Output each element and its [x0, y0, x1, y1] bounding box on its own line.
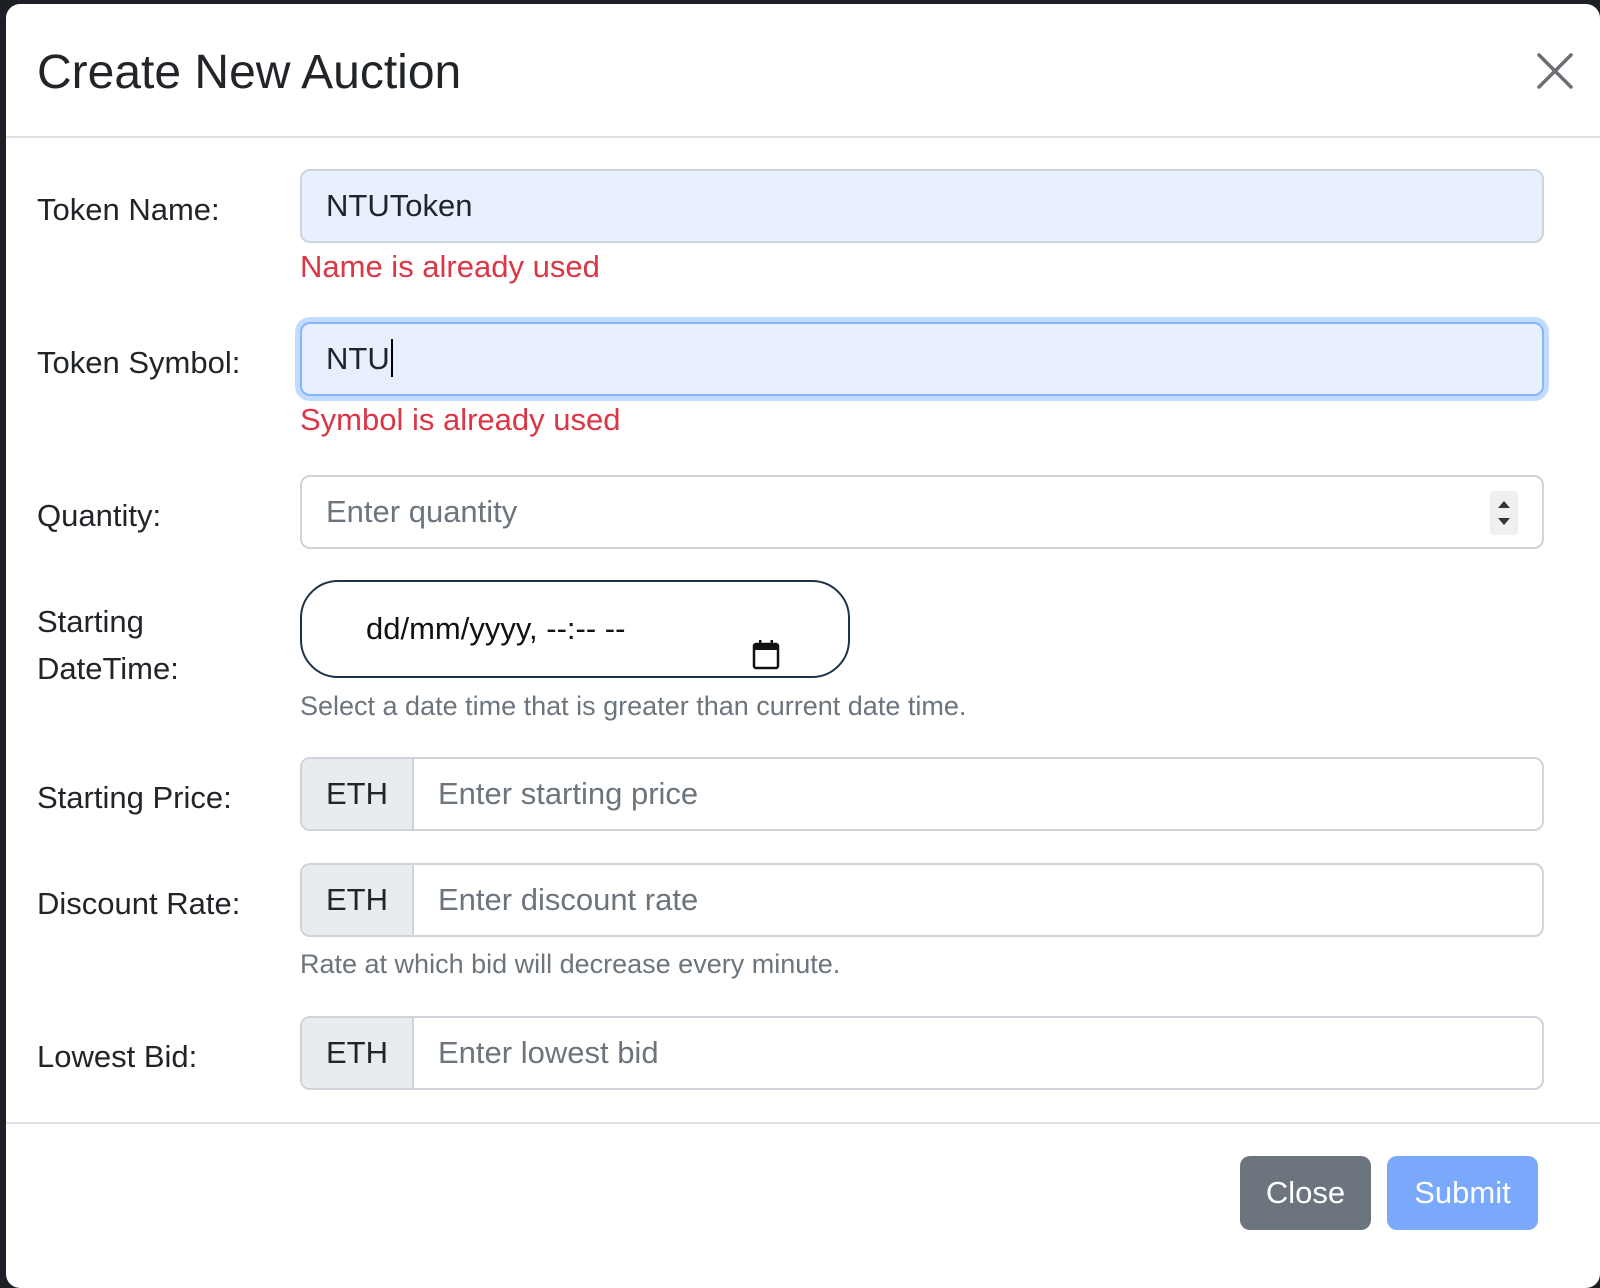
lowest-bid-input[interactable]: Enter lowest bid: [414, 1018, 1542, 1088]
quantity-label: Quantity:: [37, 498, 162, 533]
lowest-bid-placeholder: Enter lowest bid: [438, 1035, 659, 1070]
starting-datetime-label-line1: Starting: [37, 604, 144, 639]
starting-price-placeholder: Enter starting price: [438, 776, 699, 811]
lowest-bid-group: ETH Enter lowest bid: [300, 1016, 1544, 1090]
discount-rate-label: Discount Rate:: [37, 886, 241, 921]
create-auction-modal: Create New Auction Token Name: NTU Token …: [6, 4, 1600, 1288]
token-symbol-label: Token Symbol:: [37, 345, 241, 380]
token-symbol-value: NTU: [326, 341, 390, 376]
starting-datetime-label-line2: DateTime:: [37, 651, 179, 686]
lowest-bid-label: Lowest Bid:: [37, 1039, 198, 1074]
text-caret: [390, 338, 393, 377]
token-symbol-input[interactable]: NTU: [300, 322, 1544, 396]
starting-price-group: ETH Enter starting price: [300, 757, 1544, 831]
token-symbol-error: Symbol is already used: [300, 402, 621, 437]
modal-title: Create New Auction: [37, 46, 462, 99]
token-name-input[interactable]: NTUToken: [300, 169, 1544, 243]
discount-rate-input[interactable]: Enter discount rate: [414, 865, 1542, 935]
stepper-up-icon: [1498, 501, 1510, 508]
lowest-bid-currency: ETH: [302, 1018, 414, 1088]
quantity-stepper[interactable]: [1490, 491, 1518, 535]
starting-price-currency: ETH: [302, 759, 414, 829]
quantity-input[interactable]: Enter quantity: [300, 475, 1544, 549]
starting-price-input[interactable]: Enter starting price: [414, 759, 1542, 829]
starting-price-label: Starting Price:: [37, 780, 232, 815]
token-name-error: Name is already used: [300, 249, 600, 284]
starting-datetime-input[interactable]: dd/mm/yyyy, --:-- --: [300, 580, 850, 678]
modal-footer: Close Submit: [6, 1122, 1600, 1288]
submit-button[interactable]: Submit: [1387, 1156, 1538, 1230]
starting-datetime-value: dd/mm/yyyy, --:-- --: [366, 611, 626, 646]
discount-rate-placeholder: Enter discount rate: [438, 882, 699, 917]
quantity-placeholder: Enter quantity: [326, 494, 518, 529]
discount-rate-group: ETH Enter discount rate: [300, 863, 1544, 937]
starting-datetime-help: Select a date time that is greater than …: [300, 691, 967, 721]
discount-rate-help: Rate at which bid will decrease every mi…: [300, 949, 841, 979]
stepper-down-icon: [1498, 518, 1510, 525]
close-button[interactable]: Close: [1240, 1156, 1371, 1230]
calendar-icon[interactable]: [752, 613, 780, 670]
token-name-value: NTUToken: [326, 188, 473, 223]
token-name-label: Token Name:: [37, 192, 220, 227]
discount-rate-currency: ETH: [302, 865, 414, 935]
close-icon[interactable]: [1532, 48, 1578, 94]
modal-header: Create New Auction: [6, 4, 1600, 138]
